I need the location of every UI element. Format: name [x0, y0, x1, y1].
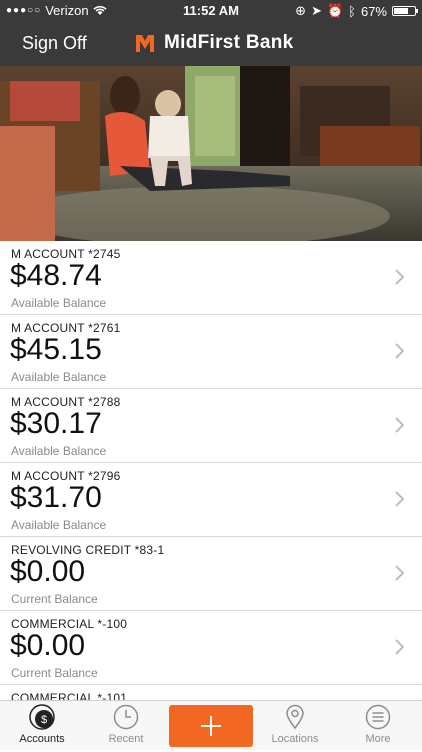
accounts-dollar-icon: $: [29, 704, 55, 730]
quick-action-plus-button[interactable]: [169, 705, 253, 747]
plus-icon: [201, 716, 221, 736]
location-pin-icon: [286, 704, 304, 730]
chevron-right-icon: [395, 565, 404, 581]
account-row-commercial-100[interactable]: COMMERCIAL *-100 $0.00 Current Balance: [0, 611, 422, 685]
account-row-commercial-101[interactable]: COMMERCIAL *-101: [0, 685, 422, 700]
account-row-revolving-credit[interactable]: REVOLVING CREDIT *83-1 $0.00 Current Bal…: [0, 537, 422, 611]
account-row-2796[interactable]: M ACCOUNT *2796 $31.70 Available Balance: [0, 463, 422, 537]
tab-bar: $ Accounts Recent Locations More: [0, 700, 422, 750]
status-bar: ●●●○○ Verizon 11:52 AM ⊕ ➤ ⏰ ᛒ 67%: [0, 0, 422, 22]
account-balance: $30.17: [10, 407, 102, 440]
clock-icon: [113, 704, 139, 730]
balance-label: Available Balance: [11, 444, 107, 458]
location-arrow-icon: ➤: [311, 3, 322, 18]
account-balance: $45.15: [10, 333, 102, 366]
hero-photo: [0, 66, 422, 241]
alarm-icon: ⏰: [326, 3, 344, 18]
bluetooth-icon: ᛒ: [348, 3, 356, 19]
brand-name: MidFirst Bank: [164, 32, 294, 53]
tab-label: Accounts: [19, 733, 65, 745]
tab-more[interactable]: More: [336, 701, 420, 751]
balance-label: Available Balance: [11, 296, 107, 310]
chevron-right-icon: [395, 269, 404, 285]
balance-label: Current Balance: [11, 666, 98, 680]
battery-percent: 67%: [360, 3, 387, 19]
balance-label: Current Balance: [11, 592, 98, 606]
battery-icon: [392, 6, 418, 16]
account-row-2761[interactable]: M ACCOUNT *2761 $45.15 Available Balance: [0, 315, 422, 389]
account-balance: $31.70: [10, 481, 102, 514]
tab-label: Locations: [271, 733, 319, 745]
brand-logo: MidFirst Bank: [134, 32, 294, 54]
account-row-2788[interactable]: M ACCOUNT *2788 $30.17 Available Balance: [0, 389, 422, 463]
account-balance: $0.00: [10, 555, 86, 588]
status-right: ⊕ ➤ ⏰ ᛒ 67%: [295, 3, 418, 19]
account-balance: $48.74: [10, 259, 102, 292]
chevron-right-icon: [395, 491, 404, 507]
balance-label: Available Balance: [11, 370, 107, 384]
account-name: COMMERCIAL *-101: [11, 691, 128, 700]
chevron-right-icon: [395, 417, 404, 433]
hero-image: [0, 66, 422, 241]
tab-label: Recent: [108, 733, 144, 745]
nav-bar: Sign Off MidFirst Bank: [0, 22, 422, 66]
tab-accounts[interactable]: $ Accounts: [0, 701, 84, 751]
orientation-lock-icon: ⊕: [295, 3, 307, 18]
tab-label: More: [365, 733, 391, 745]
account-balance: $0.00: [10, 629, 86, 662]
menu-icon: [365, 704, 391, 730]
tab-locations[interactable]: Locations: [253, 701, 337, 751]
chevron-right-icon: [395, 343, 404, 359]
chevron-right-icon: [395, 639, 404, 655]
accounts-list: M ACCOUNT *2745 $48.74 Available Balance…: [0, 241, 422, 700]
midfirst-logo-icon: [136, 35, 154, 52]
account-row-2745[interactable]: M ACCOUNT *2745 $48.74 Available Balance: [0, 241, 422, 315]
sign-off-button[interactable]: Sign Off: [22, 33, 87, 54]
tab-recent[interactable]: Recent: [84, 701, 168, 751]
balance-label: Available Balance: [11, 518, 107, 532]
svg-text:$: $: [41, 714, 47, 726]
